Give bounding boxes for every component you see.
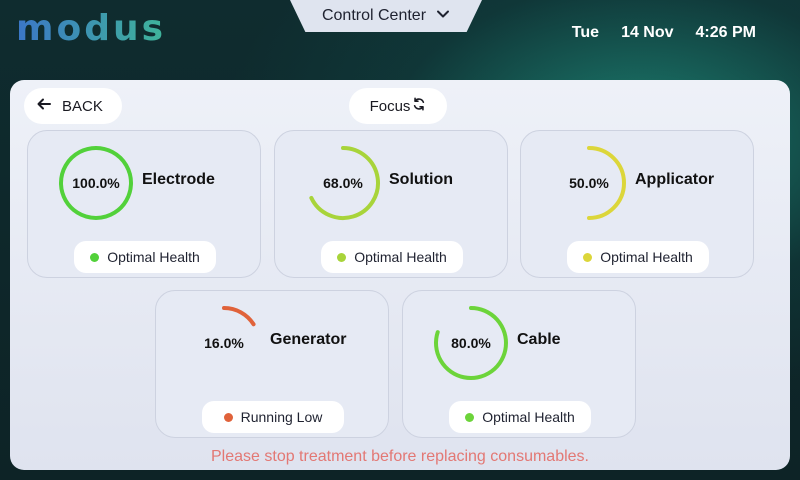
consumables-panel: BACK Focus 100.0% Electrode Optimal Heal… (10, 80, 790, 470)
status-badge: Optimal Health (74, 241, 216, 273)
status-label: Running Low (240, 409, 323, 425)
status-badge: Optimal Health (321, 241, 463, 273)
consumable-name: Applicator (635, 171, 715, 188)
back-label: BACK (62, 97, 103, 115)
status-label: Optimal Health (107, 249, 200, 265)
percent-label: 100.0% (72, 175, 120, 191)
status-label: Optimal Health (482, 409, 575, 425)
status-dot-icon (583, 252, 593, 262)
health-gauge: 68.0% (305, 145, 381, 221)
consumable-card-cable[interactable]: 80.0% Cable Optimal Health (402, 290, 636, 438)
time-label: 4:26 PM (695, 24, 756, 41)
status-badge: Running Low (202, 401, 344, 433)
back-button[interactable]: BACK (24, 88, 122, 124)
consumable-name: Cable (517, 331, 561, 348)
modus-logo: modus (16, 8, 167, 49)
percent-label: 68.0% (323, 175, 363, 191)
percent-label: 16.0% (204, 335, 244, 351)
consumable-card-electrode[interactable]: 100.0% Electrode Optimal Health (27, 130, 261, 278)
arrow-left-icon (36, 96, 52, 116)
control-center-dropdown[interactable]: Control Center (290, 0, 482, 32)
focus-label: Focus (369, 97, 411, 115)
consumable-card-solution[interactable]: 68.0% Solution Optimal Health (274, 130, 508, 278)
health-gauge: 50.0% (551, 145, 627, 221)
health-gauge: 80.0% (433, 305, 509, 381)
consumable-card-applicator[interactable]: 50.0% Applicator Optimal Health (520, 130, 754, 278)
status-badge: Optimal Health (567, 241, 709, 273)
warning-message: Please stop treatment before replacing c… (211, 448, 589, 465)
control-center-label: Control Center (321, 7, 427, 24)
date-label: 14 Nov (621, 24, 674, 41)
focus-button[interactable]: Focus (349, 88, 447, 124)
consumable-name: Solution (389, 171, 453, 188)
percent-label: 50.0% (569, 175, 609, 191)
status-dot-icon (223, 412, 233, 422)
status-badge: Optimal Health (449, 401, 591, 433)
health-gauge: 16.0% (186, 305, 262, 381)
consumable-card-generator[interactable]: 16.0% Generator Running Low (155, 290, 389, 438)
status-label: Optimal Health (354, 249, 447, 265)
consumable-name: Generator (270, 331, 347, 348)
chevron-down-icon (436, 7, 450, 26)
refresh-icon (412, 97, 426, 115)
status-dot-icon (337, 252, 347, 262)
status-label: Optimal Health (600, 249, 693, 265)
consumable-name: Electrode (142, 171, 215, 188)
percent-label: 80.0% (451, 335, 491, 351)
day-label: Tue (571, 24, 600, 41)
health-gauge: 100.0% (58, 145, 134, 221)
date-time-display: Tue 14 Nov 4:26 PM (572, 24, 756, 42)
status-dot-icon (90, 252, 100, 262)
status-dot-icon (465, 412, 475, 422)
